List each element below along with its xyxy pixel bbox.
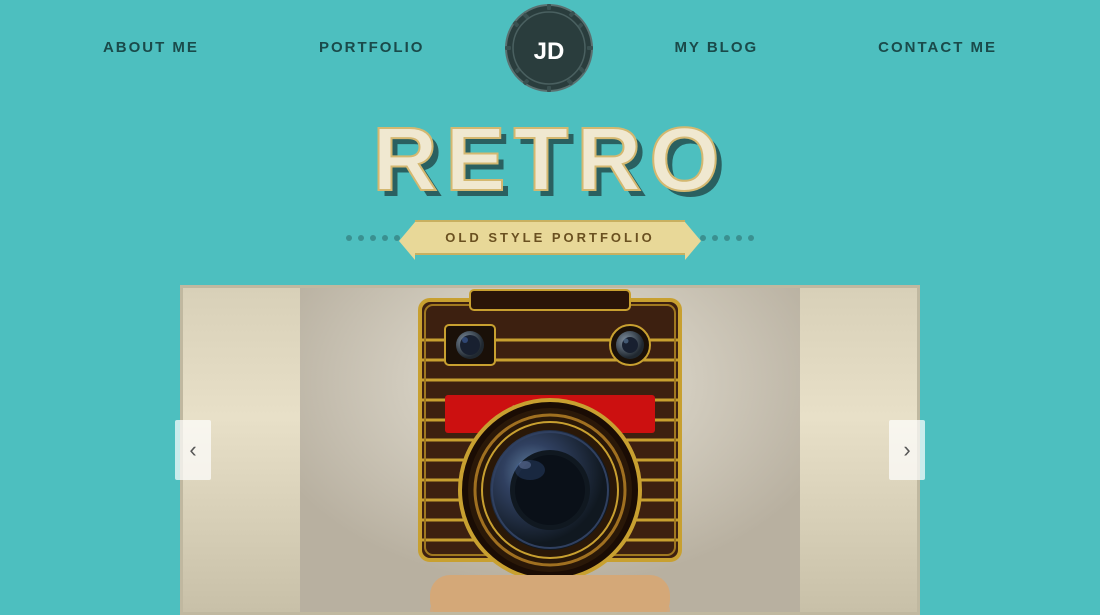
nav-item-my-blog[interactable]: MY BLOG — [614, 39, 818, 56]
svg-text:JD: JD — [534, 38, 565, 65]
hero-section: RETRO RETRO OLD STYLE PORTFOLIO — [0, 95, 1100, 285]
slider-next-button[interactable]: › — [889, 420, 925, 480]
ribbon-dots-left — [346, 235, 400, 241]
dot-7 — [712, 235, 718, 241]
chevron-right-icon: › — [903, 437, 910, 463]
slider-side-right — [930, 285, 1100, 615]
dot-8 — [724, 235, 730, 241]
dot-9 — [736, 235, 742, 241]
dot-4 — [382, 235, 388, 241]
slider-container: Kodak — [180, 285, 920, 615]
slider-prev-button[interactable]: ‹ — [175, 420, 211, 480]
dot-1 — [346, 235, 352, 241]
hero-title-wrapper: RETRO RETRO — [373, 115, 728, 205]
dot-2 — [358, 235, 364, 241]
dot-10 — [748, 235, 754, 241]
logo-badge[interactable]: JD — [504, 3, 594, 93]
camera-scene: Kodak — [183, 288, 917, 612]
ribbon-dots-right — [700, 235, 754, 241]
chevron-left-icon: ‹ — [189, 437, 196, 463]
camera-image: Kodak — [300, 288, 800, 612]
navigation: ABOUT ME PORTFOLIO — [0, 0, 1100, 95]
slider-side-left — [0, 285, 170, 615]
slider-section: ‹ — [0, 285, 1100, 615]
hero-title: RETRO — [373, 115, 728, 205]
dot-3 — [370, 235, 376, 241]
ribbon-text: OLD STYLE PORTFOLIO — [445, 230, 654, 245]
ribbon-banner: OLD STYLE PORTFOLIO — [415, 220, 684, 255]
nav-item-contact-me[interactable]: CONTACT ME — [818, 39, 1057, 56]
logo-svg: JD — [504, 3, 594, 93]
nav-item-portfolio[interactable]: PORTFOLIO — [259, 39, 485, 56]
nav-item-about-me[interactable]: ABOUT ME — [43, 39, 259, 56]
ribbon-wrapper: OLD STYLE PORTFOLIO — [0, 220, 1100, 255]
